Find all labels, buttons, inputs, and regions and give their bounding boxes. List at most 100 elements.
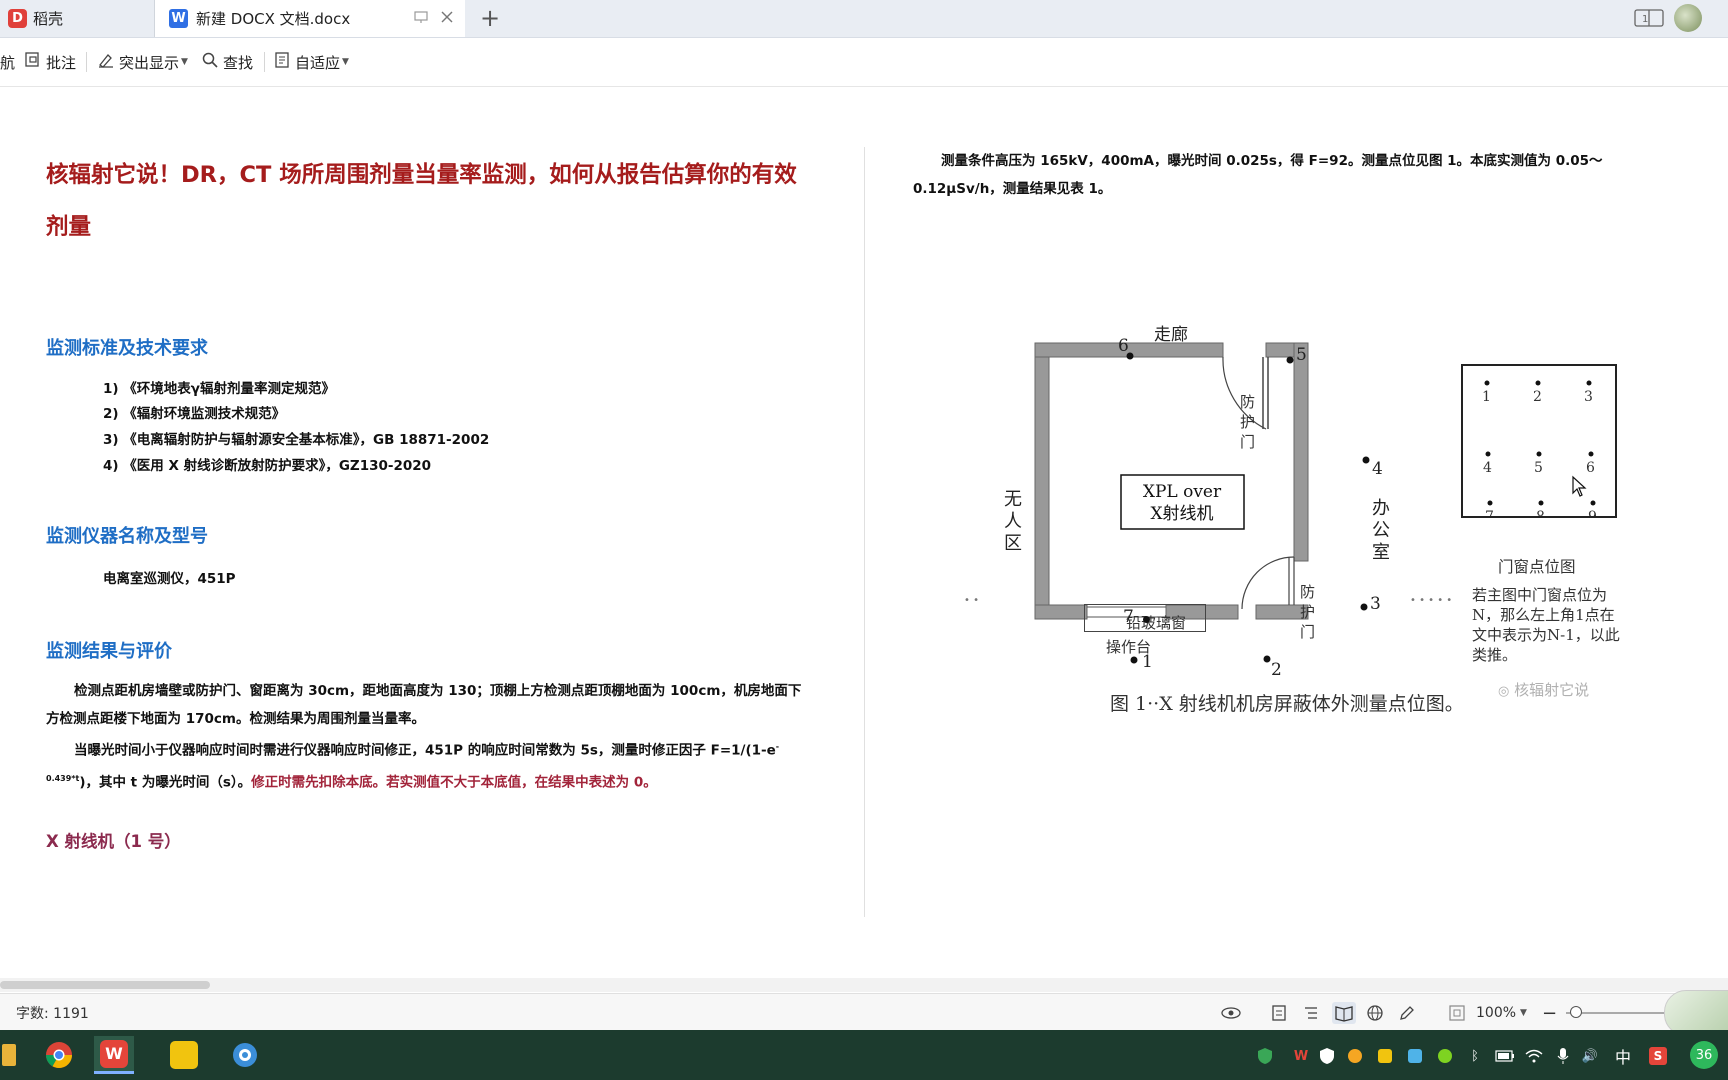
section-heading-standards: 监测标准及技术要求 — [46, 338, 208, 359]
pen-icon[interactable] — [1398, 1002, 1416, 1024]
grid-point-label: 8 — [1536, 509, 1545, 516]
zoom-slider[interactable] — [1566, 1002, 1676, 1024]
comment-button[interactable]: 批注 — [24, 50, 76, 74]
tray-app-icon[interactable] — [1346, 1046, 1364, 1066]
grid-panel-title: 门窗点位图 — [1498, 558, 1576, 576]
document-canvas[interactable]: 核辐射它说！DR，CT 场所周围剂量当量率监测，如何从报告估算你的有效剂量 监测… — [0, 87, 1728, 977]
zoom-value: 100% — [1476, 1005, 1517, 1021]
taskbar: W W ᛒ 🔊 中 S 36 — [0, 1030, 1728, 1080]
fit-page-icon[interactable] — [1448, 1002, 1466, 1024]
fit-label: 自适应 — [295, 53, 341, 72]
outline-view-icon[interactable] — [1302, 1002, 1320, 1024]
grid-point-label: 7 — [1485, 509, 1494, 516]
list-item: 3) 《电离辐射防护与辐射源安全基本标准》，GB 18871-2002 — [103, 432, 490, 448]
measurement-point — [1130, 656, 1138, 664]
grid-note: 若主图中门窗点位为N，那么左上角1点在文中表示为N-1，以此类推。 — [1472, 586, 1620, 664]
svg-text:1: 1 — [1642, 14, 1648, 25]
mouse-cursor-icon — [1570, 475, 1590, 503]
chrome-icon[interactable] — [39, 1036, 79, 1074]
wps-office-icon[interactable]: W — [94, 1036, 134, 1074]
list-item: 1) 《环境地表γ辐射剂量率测定规范》 — [103, 381, 335, 397]
defender-icon[interactable] — [1318, 1046, 1336, 1066]
chevron-down-icon: ▼ — [181, 57, 188, 67]
chevron-down-icon: ▼ — [1520, 1008, 1527, 1018]
wps-writer-icon: W — [169, 9, 188, 28]
horizontal-scrollbar[interactable] — [0, 978, 1728, 992]
tray-app-icon[interactable] — [1406, 1046, 1424, 1066]
window-layout-icon[interactable]: 1 — [1634, 9, 1664, 31]
wps-tray-icon[interactable]: W — [1292, 1046, 1310, 1066]
tray-app-icon[interactable] — [1436, 1046, 1454, 1066]
tab-pin-icon[interactable] — [413, 9, 429, 29]
measurement-point — [1286, 356, 1294, 364]
console-box: 7 — [1084, 604, 1206, 632]
tab-bar: D 稻壳 W 新建 DOCX 文档.docx + 1 — [0, 0, 1728, 38]
tab-document[interactable]: W 新建 DOCX 文档.docx — [155, 0, 465, 37]
fit-button[interactable]: 自适应 ▼ — [273, 50, 349, 74]
measurement-point — [1263, 655, 1271, 663]
find-button[interactable]: 查找 — [201, 50, 253, 74]
battery-icon[interactable] — [1494, 1046, 1516, 1066]
highlight-label: 突出显示 — [119, 53, 180, 72]
volume-icon[interactable]: 🔊 — [1580, 1046, 1600, 1066]
list-item: 2) 《辐射环境监测技术规范》 — [103, 406, 286, 422]
correction-note-red: 修正时需先扣除本底。若实测值不大于本底值，在结果中表述为 0。 — [251, 774, 657, 790]
watermark-text: 核辐射它说 — [1514, 681, 1590, 699]
status-bar: 字数: 1191 100% ▼ − — [0, 990, 1728, 1036]
grid-points: 1 2 3 4 5 6 7 8 9 — [1482, 380, 1597, 516]
security-shield-icon[interactable] — [1256, 1046, 1274, 1066]
point-label: 7 — [1123, 607, 1134, 627]
tab-document-label: 新建 DOCX 文档.docx — [196, 10, 351, 28]
word-count[interactable]: 字数: 1191 — [16, 1002, 89, 1024]
nav-pane-button[interactable]: 航 — [0, 50, 15, 74]
zoom-slider-thumb[interactable] — [1570, 1006, 1582, 1018]
scrollbar-thumb[interactable] — [0, 981, 210, 989]
measurement-point — [1360, 603, 1368, 611]
tray-app-icon[interactable] — [1376, 1046, 1394, 1066]
nav-pane-label: 航 — [0, 53, 16, 72]
page-view-icon[interactable] — [1270, 1002, 1288, 1024]
instrument-text: 电离室巡测仪，451P — [103, 571, 236, 587]
point-label: 2 — [1271, 660, 1282, 680]
document-title: 核辐射它说！DR，CT 场所周围剂量当量率监测，如何从报告估算你的有效剂量 — [46, 162, 797, 240]
chevron-down-icon: ▼ — [342, 57, 349, 67]
grid-point-label: 1 — [1482, 389, 1491, 405]
wifi-icon[interactable] — [1524, 1046, 1544, 1066]
comment-label: 批注 — [46, 53, 77, 72]
zoom-level[interactable]: 100% ▼ — [1476, 1002, 1527, 1024]
toolbar-divider — [264, 52, 265, 72]
correction-text-after: )，其中 t 为曝光时间（s）。 — [79, 774, 252, 790]
close-icon[interactable] — [439, 9, 455, 29]
search-icon — [201, 51, 219, 73]
web-view-icon[interactable] — [1366, 1002, 1384, 1024]
column-divider — [864, 147, 865, 917]
grid-point-label: 4 — [1483, 460, 1492, 476]
zoom-out-button[interactable]: − — [1542, 1002, 1557, 1024]
find-label: 查找 — [223, 53, 254, 72]
highlight-button[interactable]: 突出显示 ▼ — [97, 50, 188, 74]
door-window-grid-panel: 1 2 3 4 5 6 7 8 9 — [1461, 364, 1617, 518]
grid-point-label: 3 — [1584, 389, 1593, 405]
console-label: 操作台 — [1106, 638, 1152, 656]
eye-protection-icon[interactable] — [1220, 1002, 1242, 1024]
notes-app-icon[interactable] — [164, 1036, 204, 1074]
reading-view-icon[interactable] — [1332, 1002, 1356, 1024]
grid-point-label: 5 — [1534, 460, 1543, 476]
placeholder-dots: • • • • • — [1410, 595, 1453, 606]
notification-badge[interactable]: 36 — [1690, 1041, 1718, 1069]
document-fit-icon — [273, 51, 291, 73]
new-tab-button[interactable]: + — [478, 6, 502, 30]
tab-daoke[interactable]: D 稻壳 — [0, 0, 155, 37]
bluetooth-icon[interactable]: ᛒ — [1466, 1046, 1484, 1066]
correction-text: 当曝光时间小于仪器响应时间时需进行仪器响应时间修正，451P 的响应时间常数为 … — [74, 742, 776, 759]
grid-point-label: 2 — [1533, 389, 1542, 405]
sogou-input-icon[interactable]: S — [1648, 1046, 1668, 1066]
microphone-icon[interactable] — [1554, 1046, 1572, 1066]
file-explorer-icon[interactable] — [0, 1036, 18, 1074]
ime-indicator[interactable]: 中 — [1614, 1046, 1632, 1067]
point-label: 4 — [1372, 459, 1383, 479]
media-app-icon[interactable] — [225, 1036, 265, 1074]
section-heading-results: 监测结果与评价 — [46, 641, 172, 662]
avatar[interactable] — [1674, 4, 1702, 32]
point-label: 3 — [1370, 594, 1381, 614]
